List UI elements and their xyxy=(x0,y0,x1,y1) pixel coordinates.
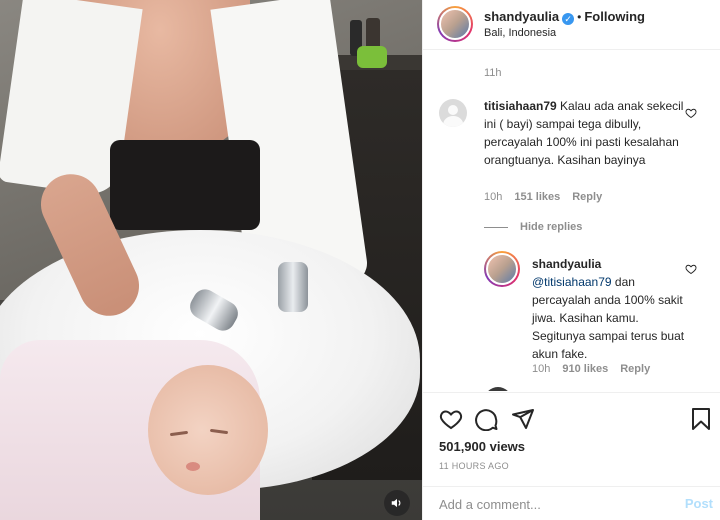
like-heart-icon[interactable] xyxy=(439,407,463,431)
reply-author-avatar[interactable] xyxy=(484,251,520,287)
author-avatar[interactable] xyxy=(437,6,473,42)
next-commenter-avatar[interactable] xyxy=(484,387,512,391)
commenter-avatar[interactable] xyxy=(439,99,467,127)
reply-mention-link[interactable]: @titisiahaan79 xyxy=(532,275,612,289)
post-sidebar: shandyaulia ✓ • Following Bali, Indonesia 1… xyxy=(422,0,720,520)
commenter-username[interactable]: titisiahaan79 xyxy=(484,99,557,113)
reply-username[interactable]: shandyaulia xyxy=(532,257,601,271)
comment-meta: 10h 151 likes Reply xyxy=(484,191,602,203)
post-comment-button[interactable]: Post xyxy=(685,496,713,511)
reply-like-count[interactable]: 910 likes xyxy=(562,363,608,375)
reply-body: shandyaulia @titisiahaan79 dan percayala… xyxy=(532,255,687,363)
hide-replies-label[interactable]: Hide replies xyxy=(520,221,582,233)
comment-composer: Post xyxy=(423,486,720,520)
video-baby-head xyxy=(148,365,268,495)
hide-replies-line xyxy=(484,226,508,228)
video-faucet xyxy=(278,262,308,312)
author-username[interactable]: shandyaulia xyxy=(484,9,559,24)
caption-timestamp[interactable]: 11h xyxy=(484,67,502,79)
header-separator: • xyxy=(577,10,582,24)
post-header: shandyaulia ✓ • Following Bali, Indonesia xyxy=(423,0,720,50)
speaker-icon xyxy=(391,498,401,508)
add-comment-input[interactable] xyxy=(439,494,669,514)
view-count[interactable]: 501,900 views xyxy=(439,439,525,454)
following-button[interactable]: Following xyxy=(584,9,645,24)
hide-replies-button[interactable]: Hide replies xyxy=(484,221,582,233)
post-timestamp[interactable]: 11 HOURS AGO xyxy=(439,461,509,471)
post-video[interactable] xyxy=(0,0,422,520)
comment-bubble-icon[interactable] xyxy=(475,407,499,431)
reply-reply-button[interactable]: Reply xyxy=(620,363,650,375)
reply-like-heart-icon[interactable] xyxy=(685,263,697,275)
comment-reply-button[interactable]: Reply xyxy=(572,191,602,203)
verified-badge-icon: ✓ xyxy=(562,13,575,25)
reply-time[interactable]: 10h xyxy=(532,363,550,375)
post-actions: 501,900 views 11 HOURS AGO xyxy=(423,392,720,486)
author-line: shandyaulia ✓ • Following xyxy=(484,9,645,25)
video-person-top xyxy=(110,140,260,230)
share-paper-plane-icon[interactable] xyxy=(511,407,535,431)
reply-meta: 10h 910 likes Reply xyxy=(532,363,650,375)
comments-list[interactable]: 11h titisiahaan79 Kalau ada anak sekecil… xyxy=(423,51,720,391)
sound-toggle-button[interactable] xyxy=(384,490,410,516)
comment-body: titisiahaan79 Kalau ada anak sekecil ini… xyxy=(484,97,684,169)
video-baby-mouth xyxy=(186,462,200,471)
video-bottle xyxy=(357,46,387,68)
comment-like-count[interactable]: 151 likes xyxy=(514,191,560,203)
save-bookmark-icon[interactable] xyxy=(689,407,713,431)
comment-like-heart-icon[interactable] xyxy=(685,107,697,119)
comment-time[interactable]: 10h xyxy=(484,191,502,203)
post-location[interactable]: Bali, Indonesia xyxy=(484,27,556,39)
